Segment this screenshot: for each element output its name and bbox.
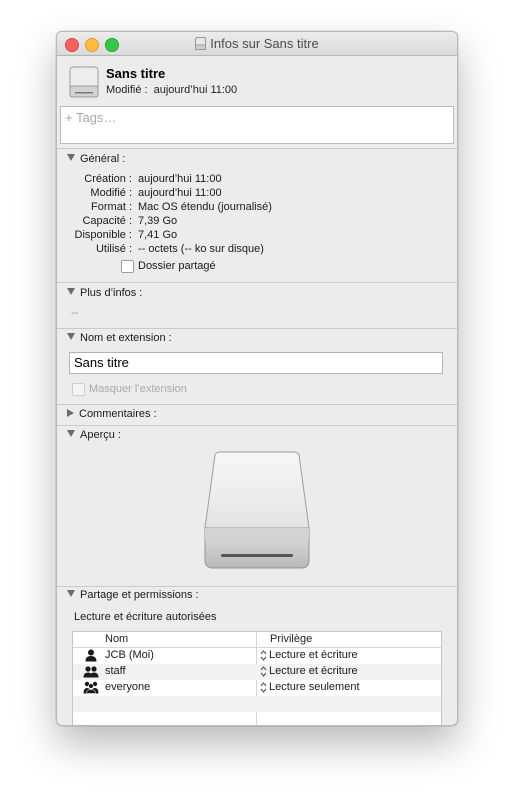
row-name: JCB (Moi) xyxy=(105,649,154,661)
stepper-icon xyxy=(260,650,267,661)
modified-value: aujourd’hui 11:00 xyxy=(138,187,222,199)
drive-icon xyxy=(195,37,207,50)
section-comments[interactable]: Commentaires : xyxy=(67,408,157,420)
creation-value: aujourd’hui 11:00 xyxy=(138,173,222,185)
row-name: everyone xyxy=(105,681,151,693)
disclosure-triangle-icon xyxy=(67,288,75,295)
divider xyxy=(57,148,457,149)
table-row-empty xyxy=(73,696,441,712)
used-label: Utilisé : xyxy=(95,243,132,255)
creation-label: Création : xyxy=(84,173,132,185)
sharing-status: Lecture et écriture autorisées xyxy=(74,611,217,623)
column-name[interactable]: Nom xyxy=(105,633,128,645)
section-preview[interactable]: Aperçu : xyxy=(67,429,121,441)
hide-extension-label: Masquer l’extension xyxy=(89,383,187,395)
stepper-icon xyxy=(260,666,267,677)
modified-label: Modifié : xyxy=(106,84,148,96)
used-value: -- octets (-- ko sur disque) xyxy=(138,243,264,255)
permissions-table: Nom Privilège JCB (Moi) Lecture et écrit… xyxy=(72,631,442,725)
tags-field[interactable]: + Tags… xyxy=(60,106,454,144)
external-drive-icon xyxy=(204,451,310,569)
row-privilege[interactable]: Lecture et écriture xyxy=(269,649,358,661)
disclosure-triangle-icon xyxy=(67,430,75,437)
disclosure-triangle-icon xyxy=(67,333,75,340)
title-bar: Infos sur Sans titre xyxy=(57,32,457,56)
drive-icon xyxy=(69,66,99,98)
stepper-icon xyxy=(260,682,267,693)
table-row[interactable]: staff Lecture et écriture xyxy=(73,664,441,680)
format-value: Mac OS étendu (journalisé) xyxy=(138,201,272,213)
format-label: Format : xyxy=(91,201,132,213)
section-name-extension[interactable]: Nom et extension : xyxy=(67,332,172,344)
divider xyxy=(57,425,457,426)
shared-folder-checkbox[interactable] xyxy=(121,260,134,273)
tags-placeholder: + Tags… xyxy=(65,110,117,125)
table-row[interactable]: JCB (Moi) Lecture et écriture xyxy=(73,648,441,664)
shared-folder-label: Dossier partagé xyxy=(138,260,216,272)
section-more-info[interactable]: Plus d’infos : xyxy=(67,287,142,299)
available-value: 7,41 Go xyxy=(138,229,178,241)
table-header: Nom Privilège xyxy=(73,632,441,648)
more-info-value: -- xyxy=(71,307,79,319)
info-window: Infos sur Sans titre Sans titre Modifié … xyxy=(56,31,458,726)
table-row[interactable]: everyone Lecture seulement xyxy=(73,680,441,696)
divider xyxy=(57,282,457,283)
group-icon xyxy=(83,666,99,678)
everyone-icon xyxy=(83,681,99,694)
divider xyxy=(57,404,457,405)
row-name: staff xyxy=(105,665,126,677)
name-field[interactable] xyxy=(69,352,443,374)
modified-row: Modifié : aujourd’hui 11:00 xyxy=(106,84,237,96)
row-privilege[interactable]: Lecture seulement xyxy=(269,681,360,693)
modified-label: Modifié : xyxy=(90,187,132,199)
section-general[interactable]: Général : xyxy=(67,153,125,165)
name-input[interactable] xyxy=(70,353,438,372)
disclosure-triangle-icon xyxy=(67,409,74,417)
row-privilege[interactable]: Lecture et écriture xyxy=(269,665,358,677)
hide-extension-checkbox[interactable] xyxy=(72,383,85,396)
available-label: Disponible : xyxy=(74,229,132,241)
disclosure-triangle-icon xyxy=(67,590,75,597)
window-title: Infos sur Sans titre xyxy=(57,36,457,51)
file-name: Sans titre xyxy=(106,66,166,81)
divider xyxy=(57,586,457,587)
capacity-value: 7,39 Go xyxy=(138,215,178,227)
capacity-label: Capacité : xyxy=(82,215,132,227)
section-sharing[interactable]: Partage et permissions : xyxy=(67,589,199,601)
modified-value: aujourd’hui 11:00 xyxy=(153,84,238,96)
user-icon xyxy=(85,649,97,662)
disclosure-triangle-icon xyxy=(67,154,75,161)
column-privilege[interactable]: Privilège xyxy=(270,633,312,645)
divider xyxy=(57,328,457,329)
